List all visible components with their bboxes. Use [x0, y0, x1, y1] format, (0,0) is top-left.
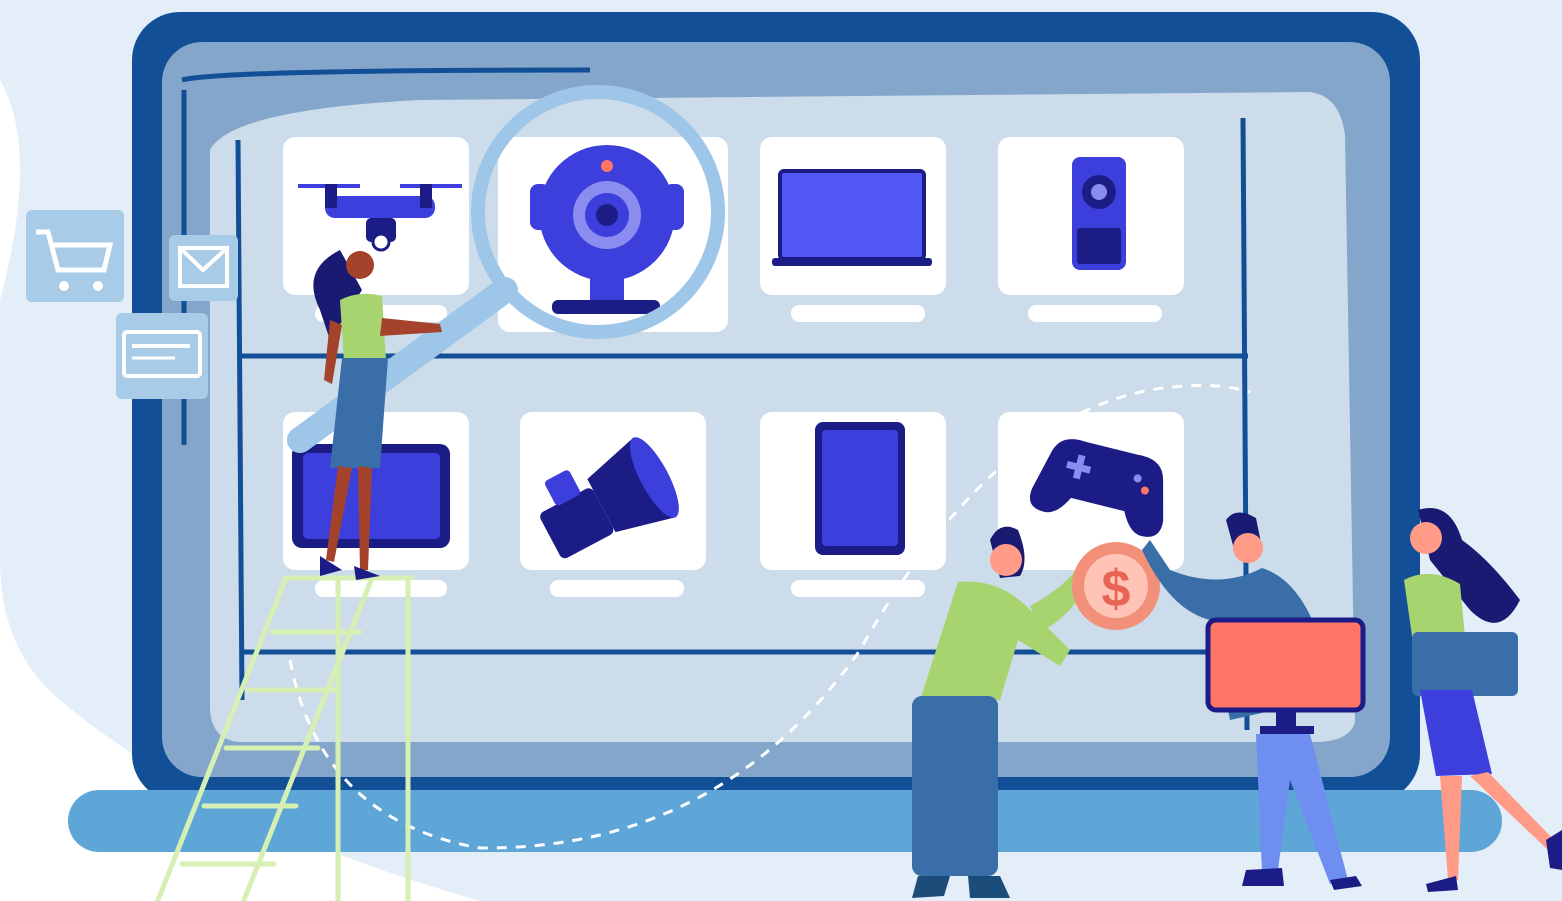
ecommerce-illustration: $	[0, 0, 1562, 901]
coin-dollar-sign: $	[1102, 560, 1131, 618]
credit-card-icon	[116, 313, 208, 399]
product-card-gamepad[interactable]	[998, 412, 1184, 570]
product-card-laptop[interactable]	[760, 137, 946, 322]
product-card-drone[interactable]	[283, 137, 469, 322]
tablet-icon	[815, 422, 905, 555]
envelope-icon	[169, 235, 238, 301]
product-card-tablet[interactable]	[760, 412, 946, 597]
product-card-webcam[interactable]	[498, 137, 728, 332]
laptop-icon	[772, 169, 932, 266]
shopping-cart-icon	[26, 210, 124, 302]
remote-control-icon	[1072, 157, 1126, 270]
product-card-camera[interactable]	[520, 412, 706, 597]
product-card-remote[interactable]	[998, 137, 1184, 322]
